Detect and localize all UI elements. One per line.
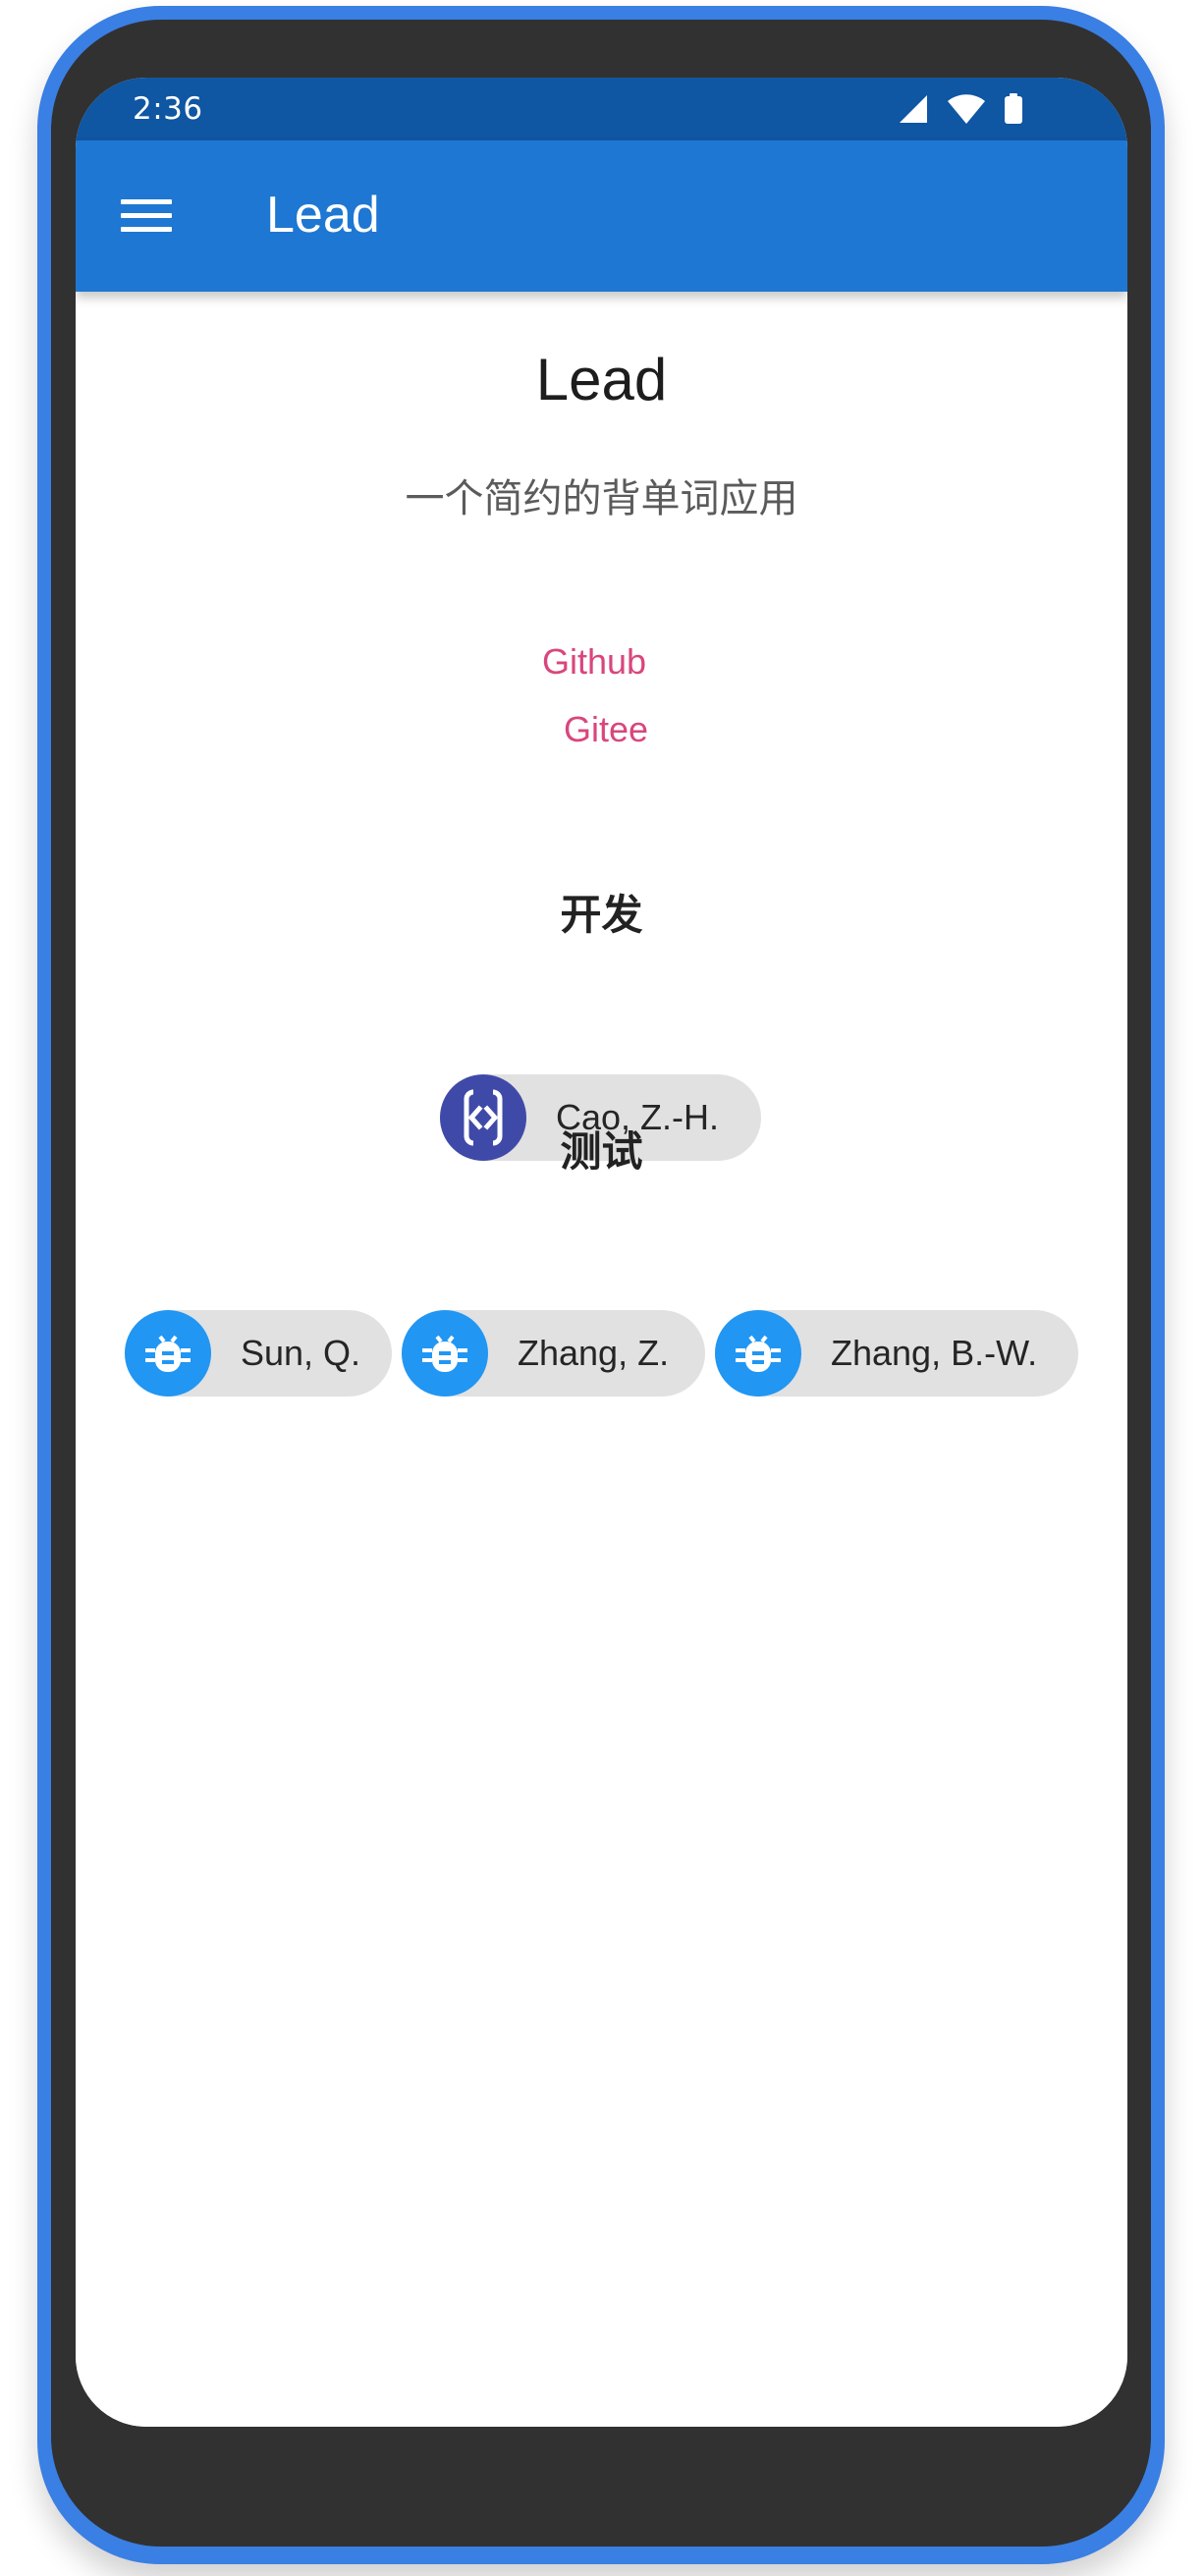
tester-chip-sun[interactable]: Sun, Q. xyxy=(125,1310,392,1397)
tester-chip-zhang-z[interactable]: Zhang, Z. xyxy=(402,1310,705,1397)
testers-section-title: 测试 xyxy=(560,1127,643,1176)
status-time: 2:36 xyxy=(133,91,203,127)
app-name-title: Lead xyxy=(535,347,668,412)
chip-label: Sun, Q. xyxy=(241,1333,361,1373)
app-bar: Lead xyxy=(76,140,1127,292)
bug-icon xyxy=(402,1310,488,1397)
tester-chip-zhang-bw[interactable]: Zhang, B.-W. xyxy=(715,1310,1078,1397)
status-icons xyxy=(898,93,1023,125)
menu-icon xyxy=(121,199,172,232)
bug-icon xyxy=(125,1310,211,1397)
about-content: Lead 一个简约的背单词应用 Github Gitee 开发 Cao, Z.-… xyxy=(76,292,1127,2427)
developers-section-title: 开发 xyxy=(560,891,643,939)
signal-icon xyxy=(898,94,929,124)
bug-icon xyxy=(715,1310,801,1397)
menu-button[interactable] xyxy=(119,189,174,244)
battery-icon xyxy=(1004,93,1023,125)
phone-screen: 2:36 Lead Lead 一个简约的背单词应用 Github Gitee 开… xyxy=(76,78,1127,2427)
chip-label: Zhang, Z. xyxy=(518,1333,670,1373)
app-description: 一个简约的背单词应用 xyxy=(405,476,798,521)
chip-label: Zhang, B.-W. xyxy=(831,1333,1038,1373)
github-link[interactable]: Github xyxy=(542,640,646,684)
status-bar: 2:36 xyxy=(76,78,1127,140)
wifi-icon xyxy=(947,93,986,125)
gitee-link[interactable]: Gitee xyxy=(564,708,648,751)
app-bar-title: Lead xyxy=(266,187,380,244)
